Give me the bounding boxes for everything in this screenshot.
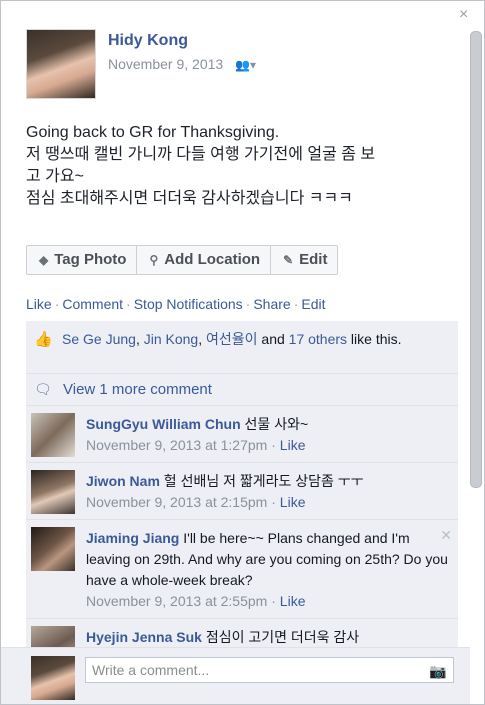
liker-name[interactable]: Jin Kong xyxy=(144,331,198,347)
friends-audience-icon[interactable]: 👥▾ xyxy=(235,58,256,72)
photo-viewer-panel: × Hidy Kong November 9, 2013 👥▾ Going ba… xyxy=(0,0,485,705)
add-location-button[interactable]: ⚲ Add Location xyxy=(137,246,272,274)
comment-time[interactable]: November 9, 2013 at 2:55pm xyxy=(86,593,267,609)
caption-line: 저 땡쓰때 캘빈 가니까 다들 여행 가기전에 얼굴 좀 보 xyxy=(26,146,376,163)
tag-photo-button[interactable]: ◆ Tag Photo xyxy=(27,246,138,274)
tag-photo-label: Tag Photo xyxy=(54,251,127,268)
likes-text: Se Ge Jung, Jin Kong, 여선율이 and 17 others… xyxy=(62,331,402,347)
post-date[interactable]: November 9, 2013 xyxy=(108,56,223,72)
edit-link[interactable]: Edit xyxy=(301,296,325,312)
scrollbar[interactable] xyxy=(470,31,482,488)
comment-body: Jiwon Nam 헐 선배님 저 짧게라도 상담좀 ㅜㅜ November 9… xyxy=(86,473,364,510)
likes-others-link[interactable]: 17 others xyxy=(289,331,347,347)
comment-time[interactable]: November 9, 2013 at 2:15pm xyxy=(86,494,267,510)
view-more-comments[interactable]: 🗨 View 1 more comment xyxy=(26,374,458,406)
comment-author[interactable]: Jiaming Jiang xyxy=(86,530,179,546)
comment-like-link[interactable]: Like xyxy=(280,593,306,609)
comment-item: Jiaming Jiang I'll be here~~ Plans chang… xyxy=(26,520,458,619)
stop-notifications-link[interactable]: Stop Notifications xyxy=(134,296,243,312)
feedback-area: 👍 Se Ge Jung, Jin Kong, 여선율이 and 17 othe… xyxy=(26,321,458,670)
comment-body: Hyejin Jenna Suk 점심이 고기면 더더욱 감사 xyxy=(86,627,451,648)
author-avatar[interactable] xyxy=(26,29,96,99)
comment-item: Jiwon Nam 헐 선배님 저 짧게라도 상담좀 ㅜㅜ November 9… xyxy=(26,463,458,520)
likes-conjunction: and xyxy=(261,331,285,347)
caption-line: 고 가요~ xyxy=(26,168,84,185)
comment-time[interactable]: November 9, 2013 at 1:27pm xyxy=(86,437,267,453)
author-name[interactable]: Hidy Kong xyxy=(108,32,188,50)
comment-composer: 📷 xyxy=(1,647,470,704)
current-user-avatar xyxy=(31,656,75,700)
comment-like-link[interactable]: Like xyxy=(280,494,306,510)
comment-body: Jiaming Jiang I'll be here~~ Plans chang… xyxy=(86,530,448,609)
comment-text: 점심이 고기면 더더욱 감사 xyxy=(205,629,360,645)
comment-input[interactable] xyxy=(85,657,454,683)
comment-author[interactable]: SungGyu William Chun xyxy=(86,416,241,432)
close-icon[interactable]: × xyxy=(459,7,473,23)
comment-link[interactable]: Comment xyxy=(62,296,123,312)
comment-author[interactable]: Jiwon Nam xyxy=(86,473,160,489)
comment-item: SungGyu William Chun 선물 사와~ November 9, … xyxy=(26,406,458,463)
like-link[interactable]: Like xyxy=(26,296,52,312)
pencil-icon: ✎ xyxy=(283,253,294,267)
liker-name[interactable]: Se Ge Jung xyxy=(62,331,136,347)
comment-author[interactable]: Hyejin Jenna Suk xyxy=(86,629,202,645)
comment-text: 헐 선배님 저 짧게라도 상담좀 ㅜㅜ xyxy=(163,473,364,489)
post-action-links: Like · Comment · Stop Notifications · Share · Ed… xyxy=(26,296,326,312)
commenter-avatar[interactable] xyxy=(31,413,75,457)
commenter-avatar[interactable] xyxy=(31,527,75,571)
liker-name[interactable]: 여선율이 xyxy=(206,331,258,347)
separator: · xyxy=(245,296,251,312)
caption-line: 점심 초대해주시면 더더욱 감사하겠습니다 ㅋㅋㅋ xyxy=(26,190,353,207)
caption-line: Going back to GR for Thanksgiving. xyxy=(26,124,280,141)
separator: · xyxy=(293,296,299,312)
add-location-label: Add Location xyxy=(164,251,261,268)
remove-comment-icon[interactable]: ✕ xyxy=(440,527,452,544)
likes-summary: 👍 Se Ge Jung, Jin Kong, 여선율이 and 17 othe… xyxy=(26,321,458,374)
photo-action-bar: ◆ Tag Photo ⚲ Add Location ✎ Edit xyxy=(26,245,339,275)
thumbs-up-icon: 👍 xyxy=(34,331,53,348)
edit-label: Edit xyxy=(299,251,328,268)
post-meta: November 9, 2013 👥▾ xyxy=(108,56,256,72)
map-pin-icon: ⚲ xyxy=(149,253,159,267)
separator: · xyxy=(126,296,131,312)
edit-button[interactable]: ✎ Edit xyxy=(271,246,337,274)
speech-bubble-icon: 🗨 xyxy=(34,381,52,397)
comment-like-link[interactable]: Like xyxy=(280,437,306,453)
camera-icon[interactable]: 📷 xyxy=(429,663,446,680)
separator: · xyxy=(54,296,60,312)
comment-body: SungGyu William Chun 선물 사와~ November 9, … xyxy=(86,416,309,453)
post-caption: Going back to GR for Thanksgiving. 저 땡쓰때… xyxy=(26,122,446,210)
share-link[interactable]: Share xyxy=(253,296,290,312)
likes-suffix: like this. xyxy=(350,331,402,347)
tag-icon: ◆ xyxy=(39,253,49,267)
view-more-label[interactable]: View 1 more comment xyxy=(63,381,212,398)
commenter-avatar[interactable] xyxy=(31,470,75,514)
comment-text: 선물 사와~ xyxy=(244,416,309,432)
